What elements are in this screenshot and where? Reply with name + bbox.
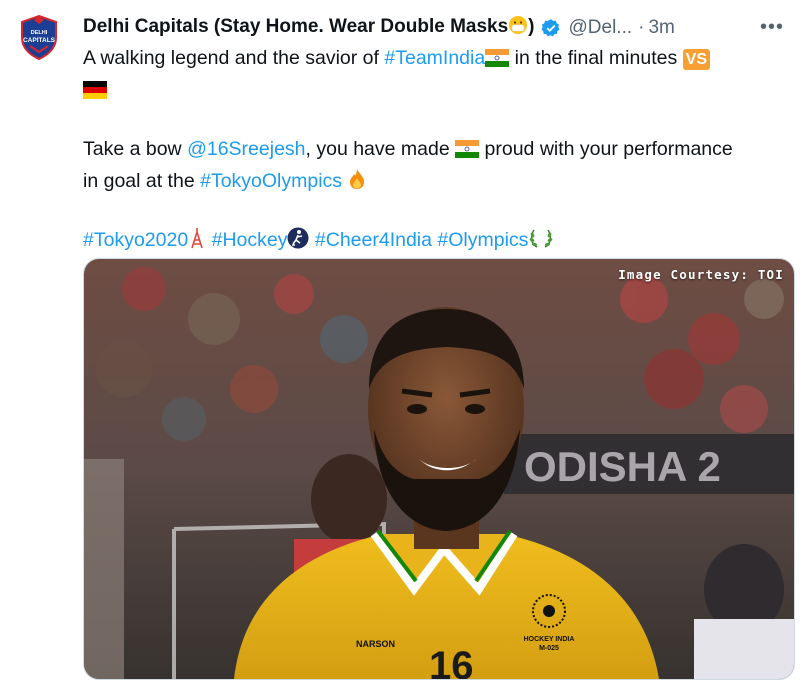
hashtag-hockey[interactable]: #Hockey <box>212 229 288 251</box>
text-segment: , you have made <box>305 138 456 160</box>
more-options-icon[interactable]: ••• <box>760 16 784 39</box>
delhi-capitals-logo: DELHI CAPITALS <box>21 14 57 61</box>
fire-icon <box>347 168 367 199</box>
image-courtesy-caption: Image Courtesy: TOI <box>618 267 784 282</box>
svg-text:DELHI: DELHI <box>31 30 48 36</box>
svg-text:HOCKEY INDIA: HOCKEY INDIA <box>524 636 575 643</box>
text-segment: proud with your performance <box>479 138 733 160</box>
text-segment: A walking legend and the savior of <box>83 47 385 69</box>
hashtag-cheer4india[interactable]: #Cheer4India <box>315 229 432 251</box>
mention-16sreejesh[interactable]: @16Sreejesh <box>187 138 305 160</box>
tweet-line-1b <box>83 76 783 108</box>
brand-text: NARSON <box>356 639 395 649</box>
vs-emoji-icon: VS <box>682 49 710 70</box>
hashtag-tokyoolympics[interactable]: #TokyoOlympics <box>200 170 342 192</box>
author-handle[interactable]: @Del... <box>569 17 633 39</box>
text-segment: in the final minutes <box>509 47 683 69</box>
tweet-line-1: A walking legend and the savior of #Team… <box>83 44 783 76</box>
tokyo-tower-icon <box>188 227 206 258</box>
hashtag-olympics[interactable]: #Olympics <box>437 229 528 251</box>
tweet-hashtags: #Tokyo2020 #Hockey #Cheer4India #Olympic… <box>83 226 783 258</box>
tweet-image[interactable]: ODISHA 2 HOCKEY INDIA M-025 NARSON 16 Im… <box>83 258 795 680</box>
avatar[interactable]: DELHI CAPITALS <box>14 12 64 62</box>
tweet-line-3: in goal at the #TokyoOlympics <box>83 167 783 199</box>
svg-text:CAPITALS: CAPITALS <box>23 37 56 44</box>
hockey-icon <box>287 227 309 258</box>
india-flag-icon <box>485 47 510 76</box>
timestamp[interactable]: 3m <box>648 17 674 39</box>
banner-text: ODISHA 2 <box>524 443 721 490</box>
tweet-line-2: Take a bow @16Sreejesh, you have made pr… <box>83 135 783 167</box>
svg-text:M-025: M-025 <box>539 645 559 652</box>
india-flag-icon <box>455 138 480 167</box>
photo-illustration: ODISHA 2 HOCKEY INDIA M-025 NARSON 16 <box>84 259 794 679</box>
jersey-number: 16 <box>429 644 474 679</box>
hashtag-teamindia[interactable]: #TeamIndia <box>384 47 485 69</box>
verified-badge-icon <box>541 18 561 38</box>
mask-emoji-icon <box>508 15 528 41</box>
germany-flag-icon <box>83 79 107 108</box>
separator-dot: · <box>638 17 645 38</box>
text-segment: in goal at the <box>83 170 201 192</box>
author-name[interactable]: Delhi Capitals (Stay Home. Wear Double M… <box>83 15 535 41</box>
hashtag-tokyo2020[interactable]: #Tokyo2020 <box>83 229 188 251</box>
tweet-text: A walking legend and the savior of #Team… <box>83 44 783 258</box>
laurel-wreath-icon <box>528 227 554 258</box>
tweet-header: Delhi Capitals (Stay Home. Wear Double M… <box>83 13 784 43</box>
text-segment: Take a bow <box>83 138 188 160</box>
